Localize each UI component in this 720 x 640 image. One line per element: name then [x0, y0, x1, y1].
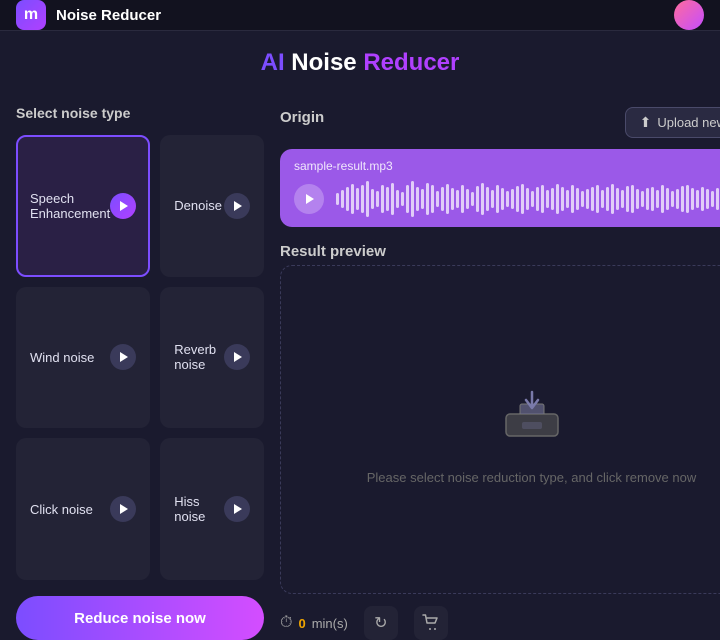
play-button-speech[interactable] [110, 193, 136, 219]
origin-header-right: ⬆ Upload new [625, 105, 720, 139]
header-left: m Noise Reducer [16, 0, 161, 30]
noise-item-wind[interactable]: Wind noise [16, 287, 150, 429]
cart-icon [422, 614, 440, 632]
bottom-bar: ⏱ 0 min(s) ↻ [280, 606, 720, 640]
noise-item-hiss[interactable]: Hiss noise [160, 438, 264, 580]
select-noise-label: Select noise type [16, 105, 264, 121]
audio-player: sample-result.mp3 00:00:12 [280, 149, 720, 227]
app-window: m Noise Reducer AI Noise Reducer Select … [0, 0, 720, 583]
avatar[interactable] [674, 0, 704, 30]
cart-button[interactable] [414, 606, 448, 640]
upload-label: Upload new [657, 115, 720, 130]
noise-item-label: Speech Enhancement [30, 191, 110, 221]
noise-item-label: Denoise [174, 198, 222, 213]
header: m Noise Reducer [0, 0, 720, 31]
result-label: Result preview [280, 243, 386, 260]
play-button-reverb[interactable] [224, 344, 250, 370]
noise-item-reverb[interactable]: Reverb noise [160, 287, 264, 429]
upload-button[interactable]: ⬆ Upload new [625, 107, 720, 138]
result-preview: Please select noise reduction type, and … [280, 265, 720, 594]
page-title: AI Noise Reducer [16, 49, 704, 77]
upload-icon: ⬆ [640, 114, 652, 131]
audio-controls [294, 181, 720, 217]
left-panel: Select noise type Speech Enhancement Den… [16, 105, 264, 640]
play-button-click[interactable] [110, 496, 136, 522]
audio-filename: sample-result.mp3 [294, 159, 393, 173]
origin-label: Origin [280, 109, 324, 126]
timer-suffix: min(s) [312, 616, 348, 631]
page-title-ai: AI [261, 49, 292, 76]
play-button-hiss[interactable] [224, 496, 250, 522]
play-button-wind[interactable] [110, 344, 136, 370]
reduce-noise-button[interactable]: Reduce noise now [16, 596, 264, 640]
noise-item-denoise[interactable]: Denoise [160, 135, 264, 277]
noise-item-click[interactable]: Click noise [16, 438, 150, 580]
play-button-denoise[interactable] [224, 193, 250, 219]
audio-player-top: sample-result.mp3 00:00:12 [294, 159, 720, 173]
refresh-icon: ↻ [374, 613, 387, 633]
page-title-noise: Noise [291, 49, 363, 76]
noise-item-label: Click noise [30, 502, 93, 517]
result-empty-text: Please select noise reduction type, and … [367, 470, 697, 485]
timer-display: ⏱ 0 min(s) [280, 614, 348, 632]
page-title-reducer: Reducer [363, 49, 459, 76]
waveform [336, 181, 720, 217]
right-panel: Origin ⬆ Upload new [280, 105, 720, 640]
logo-icon: m [16, 0, 46, 30]
noise-item-speech-enhancement[interactable]: Speech Enhancement [16, 135, 150, 277]
audio-play-button[interactable] [294, 184, 324, 214]
timer-count: 0 [298, 616, 305, 631]
noise-item-label: Hiss noise [174, 494, 224, 524]
content-area: AI Noise Reducer Select noise type Speec… [0, 31, 720, 640]
noise-item-label: Reverb noise [174, 342, 224, 372]
inbox-icon [492, 374, 572, 454]
noise-grid: Speech Enhancement Denoise Wind noise [16, 135, 264, 580]
origin-header: Origin ⬆ Upload new [280, 105, 720, 139]
noise-item-label: Wind noise [30, 350, 94, 365]
app-title: Noise Reducer [56, 7, 161, 24]
refresh-button[interactable]: ↻ [364, 606, 398, 640]
clock-icon: ⏱ [280, 614, 292, 632]
